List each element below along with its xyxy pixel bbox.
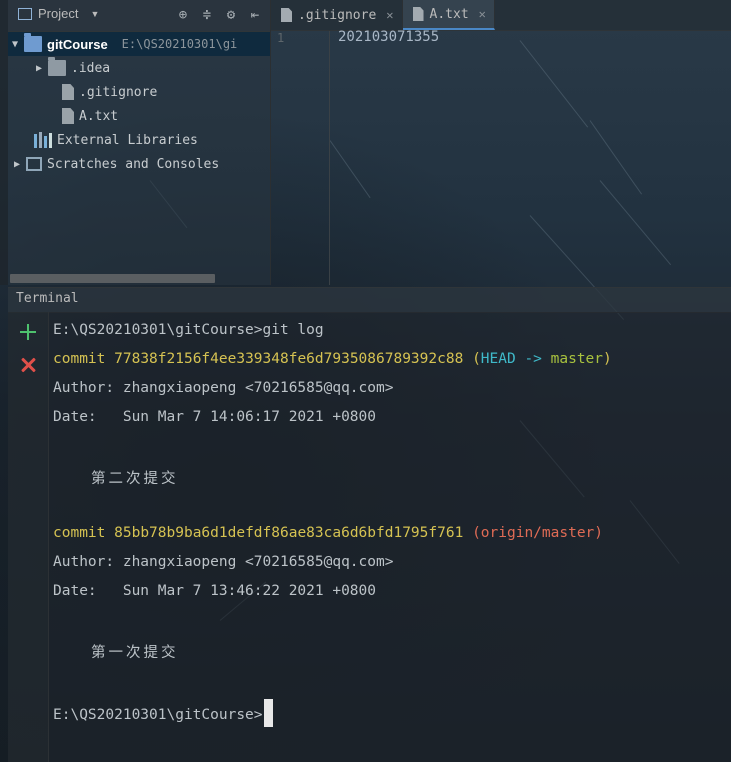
tree-item-label: .idea [71, 60, 111, 76]
file-icon [62, 84, 74, 100]
project-panel: Project ▼ ⊕ ≑ ⚙ ⇤ ▼ gitCourse E:\QS20210… [8, 0, 271, 285]
chevron-down-icon[interactable]: ▼ [8, 39, 22, 50]
editor-content[interactable]: 202103071355 [338, 29, 439, 45]
file-icon [412, 7, 424, 21]
terminal-title: Terminal [16, 291, 79, 306]
branch-ref: master [550, 351, 604, 367]
terminal-output[interactable]: E:\QS20210301\gitCourse>git log commit 7… [49, 312, 731, 762]
project-view-selector[interactable]: Project ▼ [18, 6, 99, 21]
commit-line: commit 77838f2156f4ee339348fe6d793508678… [53, 351, 612, 367]
ref-paren-open: ( [472, 351, 481, 367]
editor-tabs: .gitignore ✕ A.txt ✕ [271, 0, 731, 31]
author-line: Author: zhangxiaopeng <70216585@qq.com> [53, 554, 394, 570]
folder-icon [24, 33, 42, 52]
tab-label: A.txt [429, 6, 469, 22]
collapse-all-icon[interactable]: ≑ [198, 6, 216, 24]
tree-item-gitcourse[interactable]: ▼ gitCourse E:\QS20210301\gi [8, 32, 270, 56]
line-number: 1 [277, 31, 285, 45]
editor: .gitignore ✕ A.txt ✕ 1 202103071355 [271, 0, 731, 285]
remote-ref: (origin/master) [472, 525, 604, 541]
chevron-down-icon: ▼ [90, 8, 100, 19]
tree-item-gitignore[interactable]: .gitignore [8, 80, 270, 104]
commit-message: 第二次提交 [91, 471, 179, 487]
tab-label: .gitignore [298, 7, 377, 23]
commit-line: commit 85bb78b9ba6d1defdf86ae83ca6d6bfd1… [53, 525, 603, 541]
scratches-icon [26, 157, 42, 171]
gear-icon[interactable]: ⚙ [222, 6, 240, 24]
head-ref: HEAD -> [480, 351, 542, 367]
library-icon [34, 132, 52, 148]
terminal-prompt: E:\QS20210301\gitCourse>git log [53, 322, 324, 338]
text-cursor [263, 699, 273, 727]
date-line: Date: Sun Mar 7 13:46:22 2021 +0800 [53, 583, 377, 599]
editor-gutter: 1 [271, 31, 330, 285]
tree-item-label: Scratches and Consoles [47, 156, 220, 172]
tree-item-label: A.txt [79, 108, 119, 124]
tab-gitignore[interactable]: .gitignore ✕ [271, 0, 403, 30]
terminal-sidebar [8, 312, 49, 762]
commit-hash: 77838f2156f4ee339348fe6d7935086789392c88 [114, 351, 464, 367]
locate-icon[interactable]: ⊕ [174, 6, 192, 24]
file-icon [62, 108, 74, 124]
folder-icon [48, 57, 66, 76]
close-icon[interactable]: ✕ [386, 8, 393, 22]
prompt-text: E:\QS20210301\gitCourse> [53, 707, 263, 723]
tree-item-label: gitCourse [47, 36, 108, 52]
commit-label: commit [53, 351, 106, 367]
tree-item-a-txt[interactable]: A.txt [8, 104, 270, 128]
author-line: Author: zhangxiaopeng <70216585@qq.com> [53, 380, 394, 396]
project-toolbar: Project ▼ ⊕ ≑ ⚙ ⇤ [8, 0, 270, 32]
ref-paren-close: ) [603, 351, 612, 367]
tool-window-strip [0, 0, 8, 285]
plus-icon[interactable] [19, 323, 37, 341]
tree-item-label: External Libraries [57, 132, 198, 148]
terminal-prompt: E:\QS20210301\gitCourse> [53, 699, 273, 727]
tree-item-label: .gitignore [79, 84, 158, 100]
project-view-icon [18, 7, 32, 20]
commit-label: commit [53, 525, 106, 541]
commit-message: 第一次提交 [91, 645, 179, 661]
commit-hash: 85bb78b9ba6d1defdf86ae83ca6d6bfd1795f761 [114, 525, 464, 541]
horizontal-scrollbar[interactable] [10, 274, 215, 283]
tree-item-path: E:\QS20210301\gi [121, 37, 238, 51]
date-line: Date: Sun Mar 7 14:06:17 2021 +0800 [53, 409, 377, 425]
project-toolbar-icons: ⊕ ≑ ⚙ ⇤ [174, 6, 264, 24]
tree-item-idea[interactable]: ▶ .idea [8, 56, 270, 80]
chevron-right-icon[interactable]: ▶ [32, 63, 46, 74]
close-icon[interactable]: ✕ [479, 7, 486, 21]
project-tree: ▼ gitCourse E:\QS20210301\gi ▶ .idea .gi… [8, 32, 270, 176]
tree-item-scratches[interactable]: ▶ Scratches and Consoles [8, 152, 270, 176]
file-icon [281, 8, 292, 22]
close-icon[interactable] [19, 356, 37, 374]
chevron-right-icon[interactable]: ▶ [10, 159, 24, 170]
tree-item-external-libraries[interactable]: External Libraries [8, 128, 270, 152]
tab-a-txt[interactable]: A.txt ✕ [402, 0, 495, 30]
hide-panel-icon[interactable]: ⇤ [246, 6, 264, 24]
project-view-label: Project [38, 6, 79, 21]
terminal-header: Terminal [8, 287, 731, 313]
